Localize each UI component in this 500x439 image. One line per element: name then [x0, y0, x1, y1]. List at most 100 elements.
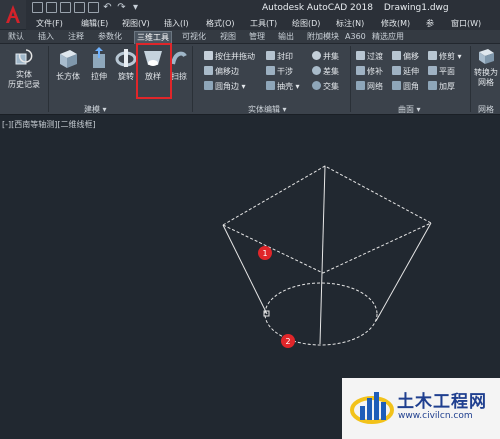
- watermark-url: www.civilcn.com: [398, 411, 473, 421]
- panel-separator: [350, 46, 351, 112]
- menu-format[interactable]: 格式(O): [206, 18, 235, 29]
- offset-edge-button[interactable]: 偏移边: [204, 66, 239, 77]
- viewport-controls[interactable]: [-][西南等轴测][二维线框]: [2, 119, 96, 130]
- watermark-title: 土木工程网: [397, 392, 487, 412]
- loft-edge-left: [222, 224, 268, 315]
- interfere-button[interactable]: 干涉: [266, 66, 293, 77]
- loft-highlight-box: [136, 43, 172, 99]
- network-label: 网络: [367, 82, 383, 91]
- tab-manage[interactable]: 管理: [247, 31, 267, 44]
- print-icon[interactable]: [88, 2, 99, 13]
- tab-featured-apps[interactable]: 精选应用: [370, 31, 406, 44]
- watermark-logo-icon: [350, 392, 394, 424]
- save-icon[interactable]: [60, 2, 71, 13]
- new-file-icon[interactable]: [32, 2, 43, 13]
- tab-output[interactable]: 输出: [276, 31, 296, 44]
- title-bar: ↶ ↷ ▾ Autodesk AutoCAD 2018 Drawing1.dwg: [0, 0, 500, 17]
- extend-button[interactable]: 延伸: [392, 66, 419, 77]
- tab-addins[interactable]: 附加模块: [305, 31, 341, 44]
- panel-title-mesh[interactable]: 网格: [478, 104, 494, 115]
- menu-parametric[interactable]: 参: [426, 18, 434, 29]
- ribbon-tab-bar: 默认 插入 注释 参数化 三维工具 可视化 视图 管理 输出 附加模块 A360…: [0, 30, 500, 44]
- network-button[interactable]: 网络: [356, 81, 383, 92]
- panel-title-solid-edit[interactable]: 实体编辑 ▾: [248, 104, 287, 115]
- panel-title-surface[interactable]: 曲面 ▾: [398, 104, 421, 115]
- panel-title-modeling[interactable]: 建模 ▾: [84, 104, 107, 115]
- application-menu-button[interactable]: [0, 0, 26, 29]
- offset-button[interactable]: 偏移: [392, 51, 419, 62]
- tab-parametric[interactable]: 参数化: [96, 31, 124, 44]
- tab-annotate[interactable]: 注释: [66, 31, 86, 44]
- fillet-edge-icon: [204, 81, 213, 90]
- tab-default[interactable]: 默认: [6, 31, 26, 44]
- fillet-edge-button[interactable]: 圆角边 ▾: [204, 81, 246, 92]
- thicken-icon: [428, 81, 437, 90]
- tab-a360[interactable]: A360: [343, 31, 368, 44]
- shell-label: 抽壳: [277, 82, 293, 91]
- open-file-icon[interactable]: [46, 2, 57, 13]
- menu-view[interactable]: 视图(V): [122, 18, 150, 29]
- intersect-label: 交集: [323, 82, 339, 91]
- wireframe-loft-sketch: [221, 165, 433, 346]
- thicken-button[interactable]: 加厚: [428, 81, 455, 92]
- union-button[interactable]: 并集: [312, 51, 339, 62]
- planar-icon: [428, 66, 437, 75]
- imprint-button[interactable]: 封印: [266, 51, 293, 62]
- menu-tools[interactable]: 工具(T): [250, 18, 277, 29]
- box-button[interactable]: 长方体: [54, 46, 82, 82]
- redo-icon[interactable]: ↷: [116, 2, 127, 13]
- extrude-button[interactable]: 拉伸: [88, 46, 110, 82]
- menu-edit[interactable]: 编辑(E): [81, 18, 108, 29]
- tab-insert[interactable]: 插入: [36, 31, 56, 44]
- tab-view[interactable]: 视图: [218, 31, 238, 44]
- tab-visualize[interactable]: 可视化: [180, 31, 208, 44]
- menu-file[interactable]: 文件(F): [36, 18, 63, 29]
- thicken-label: 加厚: [439, 82, 455, 91]
- solid-history-button[interactable]: 实体 历史记录: [4, 46, 44, 90]
- planar-button[interactable]: 平面: [428, 66, 455, 77]
- shell-button[interactable]: 抽壳 ▾: [266, 81, 300, 92]
- menu-window[interactable]: 窗口(W): [451, 18, 481, 29]
- undo-icon[interactable]: ↶: [102, 2, 113, 13]
- file-name: Drawing1.dwg: [383, 3, 449, 13]
- sweep-icon: [171, 51, 187, 65]
- intersect-button[interactable]: 交集: [312, 81, 339, 92]
- extend-label: 延伸: [403, 67, 419, 76]
- autocad-logo-icon: [6, 5, 20, 23]
- revolve-icon: [115, 49, 137, 67]
- sweep-label: 扫掠: [171, 72, 187, 81]
- mesh-panel-label: 网格: [478, 105, 494, 114]
- subtract-button[interactable]: 差集: [312, 66, 339, 77]
- quick-access-toolbar: ↶ ↷ ▾: [32, 2, 141, 15]
- window-title: Autodesk AutoCAD 2018 Drawing1.dwg: [262, 3, 449, 13]
- qat-dropdown-icon[interactable]: ▾: [130, 2, 141, 13]
- patch-button[interactable]: 修补: [356, 66, 383, 77]
- press-pull-button[interactable]: 按住并拖动: [204, 51, 255, 62]
- convert-to-mesh-button[interactable]: 转换为 网格: [472, 46, 500, 88]
- marker-2-label: 2: [285, 337, 290, 346]
- press-pull-icon: [204, 51, 213, 60]
- watermark: 土木工程网 www.civilcn.com: [342, 378, 500, 439]
- ribbon-panel: 实体 历史记录 长方体 拉伸 旋转 放样 扫掠 建模 ▾ 按住并拖动 偏移边 圆…: [0, 44, 500, 115]
- menu-dimension[interactable]: 标注(N): [336, 18, 364, 29]
- menu-draw[interactable]: 绘图(D): [292, 18, 320, 29]
- fillet-label: 圆角: [403, 82, 419, 91]
- union-icon: [312, 51, 321, 60]
- subtract-label: 差集: [323, 67, 339, 76]
- menu-insert[interactable]: 插入(I): [164, 18, 189, 29]
- intersect-icon: [312, 81, 321, 90]
- blend-button[interactable]: 过渡: [356, 51, 383, 62]
- fillet-button[interactable]: 圆角: [392, 81, 419, 92]
- modeling-panel-label: 建模: [84, 105, 100, 114]
- offset-edge-icon: [204, 66, 213, 75]
- panel-separator: [470, 46, 471, 112]
- save-as-icon[interactable]: [74, 2, 85, 13]
- fillet-edge-label: 圆角边: [215, 82, 239, 91]
- trim-button[interactable]: 修剪 ▾: [428, 51, 462, 62]
- press-pull-label: 按住并拖动: [215, 52, 255, 61]
- menu-modify[interactable]: 修改(M): [381, 18, 410, 29]
- interfere-label: 干涉: [277, 67, 293, 76]
- solid-history-icon: [15, 49, 33, 65]
- sweep-button[interactable]: 扫掠: [170, 46, 188, 82]
- revolve-button[interactable]: 旋转: [115, 46, 137, 82]
